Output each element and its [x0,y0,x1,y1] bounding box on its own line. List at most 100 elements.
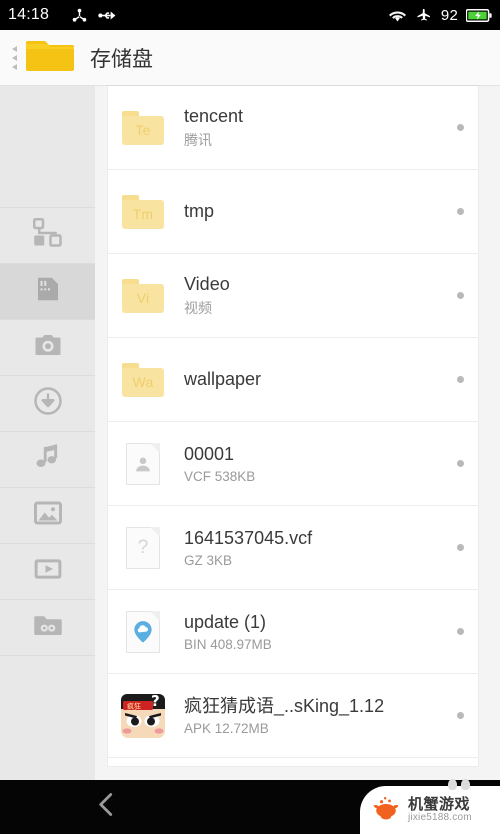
list-item-menu-dot[interactable] [457,124,464,131]
sidebar-item-hidden[interactable] [0,600,95,656]
file-meta: VCF 538KB [184,468,256,484]
folder-eyes-icon [33,610,63,645]
file-name: update (1) [184,612,267,633]
svg-text:疯狂: 疯狂 [127,701,141,710]
unknown-file-icon: ? [120,525,166,571]
folder-abbr-label: Tm [132,206,154,222]
music-note-icon [33,442,63,477]
file-name: Video [184,273,230,294]
sdcard-icon [33,274,63,309]
file-meta: 腾讯 [184,132,212,149]
download-icon [33,386,63,421]
site-watermark: 机蟹游戏 jixie5188.com [360,779,500,834]
status-bar-left: 14:18 [8,6,388,24]
battery-charging-icon [465,8,492,23]
image-icon [33,498,63,533]
wifi-icon [388,8,407,23]
list-scrollbar[interactable] [488,86,492,766]
list-item-menu-dot[interactable] [457,712,464,719]
list-item-text: 1641537045.vcf GZ 3KB [184,527,449,568]
back-arrows-icon [11,45,17,52]
folder-icon: Tm [120,189,166,235]
camera-icon [33,330,63,365]
list-item-menu-dot[interactable] [457,544,464,551]
video-play-icon [33,554,63,589]
list-item-menu-dot[interactable] [457,460,464,467]
watermark-ears-decoration [448,779,470,790]
page-title: 存储盘 [90,47,153,71]
list-item-menu-dot[interactable] [457,208,464,215]
folder-icon: Vi [120,273,166,319]
list-item-text: 00001 VCF 538KB [184,443,449,484]
list-item-text: 疯狂猜成语_..sKing_1.12 APK 12.72MB [184,695,449,736]
list-item-menu-dot[interactable] [457,376,464,383]
status-bar-right: 92 [388,7,492,24]
sidebar-item-apps[interactable] [0,208,95,264]
title-bar: 存储盘 [0,30,500,86]
list-item-text: update (1) BIN 408.97MB [184,611,449,652]
file-list: Te tencent 腾讯 Tm tmp Vi Video 视频 Wa wall… [108,86,478,766]
sidebar [0,86,95,780]
file-meta: BIN 408.97MB [184,636,272,652]
apps-tree-icon [32,218,63,253]
watermark-brand: 机蟹游戏 [408,795,471,813]
apk-app-icon: 疯狂 ? [120,693,166,739]
sidebar-item-music[interactable] [0,432,95,488]
file-name: tencent [184,105,244,126]
file-name: tmp [184,201,215,222]
svg-text:?: ? [151,694,160,710]
folder-abbr-label: Vi [136,290,150,306]
sidebar-item-camera[interactable] [0,320,95,376]
status-bar: 14:18 92 [0,0,500,30]
list-item[interactable]: Vi Video 视频 [108,254,478,338]
sidebar-spacer [0,86,95,208]
sidebar-item-downloads[interactable] [0,376,95,432]
usb-icon [98,8,117,23]
contact-file-icon [120,441,166,487]
folder-icon: Te [120,105,166,151]
file-manager-screen: 14:18 92 存储盘 Te tencent 腾讯 Tm tmp Vi Vid… [0,0,500,834]
list-item[interactable]: 蘑菇白昼 3D..炫动态壁纸 APK 1.81MB [108,758,478,766]
crab-logo-icon [370,795,402,826]
watermark-url: jixie5188.com [408,811,472,823]
list-item[interactable]: 疯狂 ? 疯狂猜成语_..sKing_1.12 APK 12.72MB [108,674,478,758]
folder-abbr-label: Wa [132,374,154,390]
file-name: 1641537045.vcf [184,528,313,549]
folder-icon: Wa [120,357,166,403]
back-button[interactable] [92,790,122,825]
list-item-text: tencent 腾讯 [184,105,449,151]
list-item[interactable]: update (1) BIN 408.97MB [108,590,478,674]
sidebar-item-videos[interactable] [0,544,95,600]
file-meta: 视频 [184,300,212,317]
list-item-text: Video 视频 [184,273,449,319]
file-name: 疯狂猜成语_..sKing_1.12 [184,696,385,717]
list-item-text: wallpaper [184,368,449,391]
folder-icon [26,35,74,80]
list-item[interactable]: Te tencent 腾讯 [108,86,478,170]
sidebar-item-sdcard[interactable] [0,264,95,320]
cloud-file-icon [120,609,166,655]
watermark-text: 机蟹游戏 jixie5188.com [408,797,472,823]
list-item-menu-dot[interactable] [457,292,464,299]
sidebar-gap [95,86,108,780]
back-arrows-icon [11,54,17,61]
android-debug-icon [71,7,88,24]
back-arrows-icon [11,63,17,70]
airplane-mode-icon [415,7,433,23]
navigation-bar: 机蟹游戏 jixie5188.com [0,779,500,834]
folder-abbr-label: Te [135,122,151,138]
list-item[interactable]: 00001 VCF 538KB [108,422,478,506]
list-item[interactable]: Tm tmp [108,170,478,254]
list-item-menu-dot[interactable] [457,628,464,635]
back-chevron-icon [92,793,122,824]
sidebar-item-images[interactable] [0,488,95,544]
status-bar-clock: 14:18 [8,6,50,23]
file-meta: GZ 3KB [184,552,233,568]
file-name: wallpaper [184,369,262,390]
file-name: 00001 [184,444,235,465]
list-item[interactable]: ? 1641537045.vcf GZ 3KB [108,506,478,590]
breadcrumb-back-arrows[interactable] [0,30,24,86]
file-meta: APK 12.72MB [184,720,269,736]
battery-percent-label: 92 [440,6,458,24]
list-item[interactable]: Wa wallpaper [108,338,478,422]
